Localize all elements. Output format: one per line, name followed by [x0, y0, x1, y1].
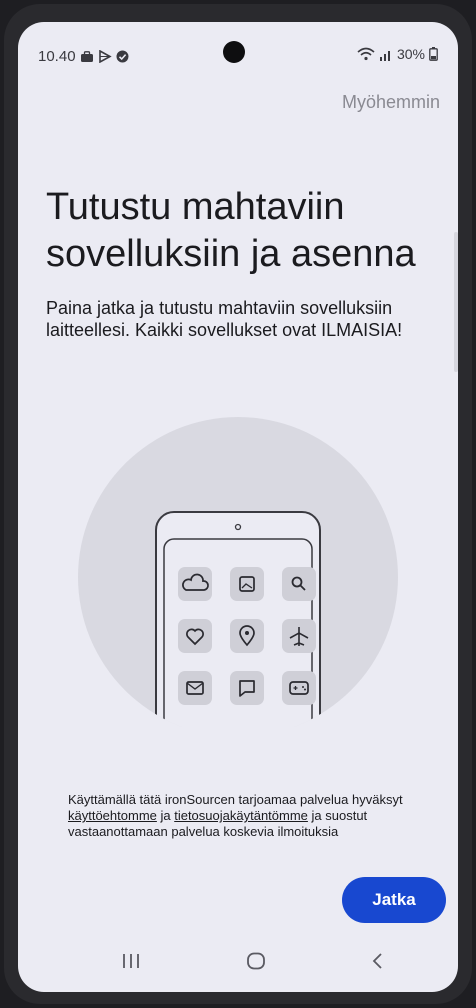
page-title: Tutustu mahtaviin sovelluksiin ja asenna — [46, 186, 416, 275]
legal-text-before: Käyttämällä tätä ironSourcen tarjoamaa p… — [68, 792, 403, 807]
phone-frame: 10.40 30% Myöhemmin Tutustu mahtaviin so… — [4, 4, 472, 1004]
signal-icon — [379, 50, 390, 61]
screen: 10.40 30% Myöhemmin Tutustu mahtaviin so… — [18, 22, 458, 992]
heart-icon — [178, 619, 212, 653]
search-icon — [282, 567, 316, 601]
battery-icon — [429, 47, 438, 61]
page-description: Paina jatka ja tutustu mahtaviin sovellu… — [46, 298, 403, 340]
location-pin-icon — [230, 619, 264, 653]
mail-icon — [178, 671, 212, 705]
cloud-icon — [178, 567, 212, 601]
battery-percentage: 30% — [396, 46, 425, 62]
check-circle-icon — [116, 50, 129, 63]
gamepad-icon — [282, 671, 316, 705]
continue-button[interactable]: Jatka — [342, 877, 446, 923]
recents-icon[interactable] — [120, 952, 142, 970]
terms-link[interactable]: käyttöehtomme — [68, 808, 157, 823]
status-time: 10.40 — [38, 48, 76, 65]
status-right: 30% — [357, 46, 438, 62]
chat-icon — [230, 671, 264, 705]
navigation-bar — [18, 930, 458, 992]
legal-text-middle: ja — [156, 808, 175, 823]
briefcase-icon — [80, 50, 93, 62]
scrollbar[interactable] — [454, 232, 458, 372]
image-icon — [230, 567, 264, 601]
play-icon — [98, 50, 112, 63]
status-left: 10.40 — [38, 48, 129, 65]
back-icon[interactable] — [370, 952, 386, 970]
legal-text: Käyttämällä tätä ironSourcen tarjoamaa p… — [68, 792, 448, 840]
continue-button-label: Jatka — [372, 890, 416, 909]
wifi-icon — [357, 47, 375, 61]
home-icon[interactable] — [246, 952, 266, 970]
privacy-link[interactable]: tietosuojakäytäntömme — [174, 808, 308, 823]
airplane-icon — [282, 619, 316, 653]
front-camera — [223, 41, 245, 63]
apps-illustration — [78, 417, 398, 727]
later-button[interactable]: Myöhemmin — [342, 92, 440, 113]
status-bar: 10.40 30% — [18, 22, 458, 72]
